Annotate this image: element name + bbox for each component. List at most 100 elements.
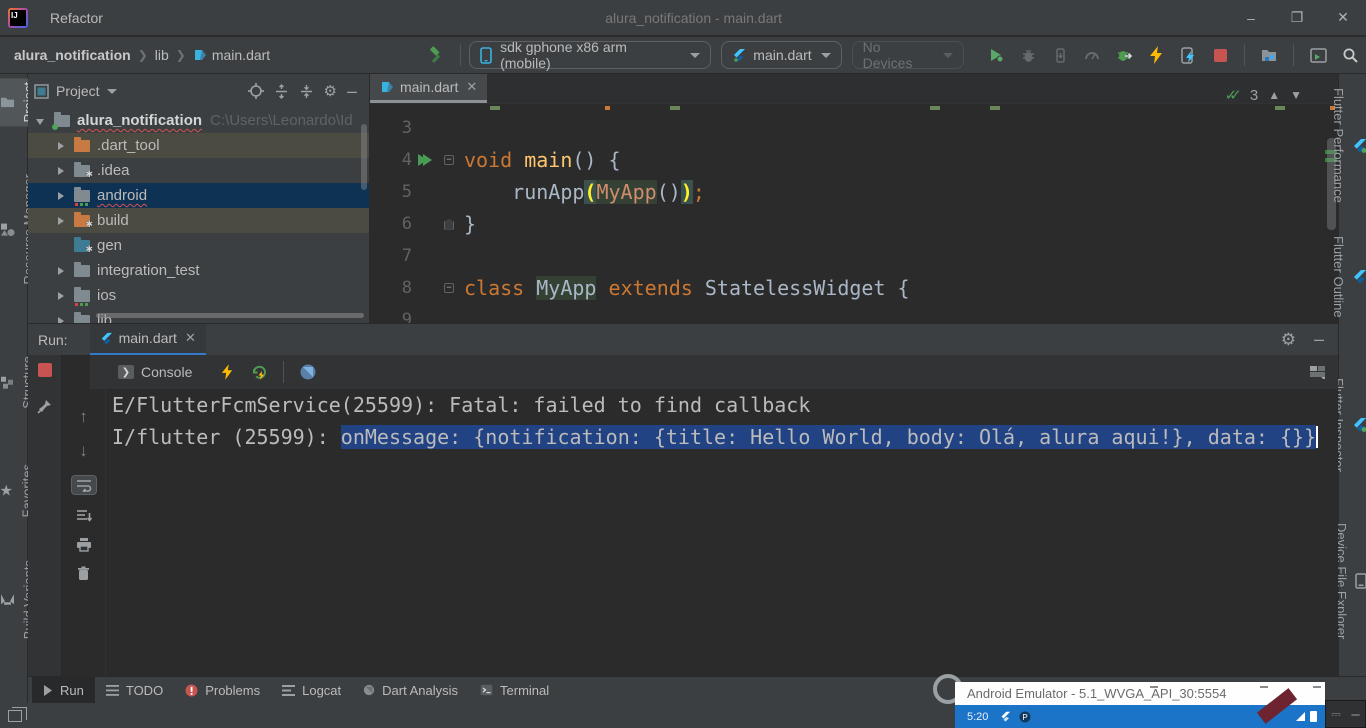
stripe-flutter-inspector[interactable]: Flutter Inspector xyxy=(1339,374,1366,476)
code-line-7[interactable]: 7 xyxy=(370,240,1338,272)
restore-tool-windows-icon[interactable] xyxy=(8,710,22,722)
breadcrumb-lib[interactable]: lib xyxy=(155,47,169,63)
battery-icon xyxy=(1310,711,1317,722)
breadcrumb-file[interactable]: main.dart xyxy=(212,47,270,63)
run-icon xyxy=(43,685,53,696)
running-devices-icon[interactable] xyxy=(1305,42,1331,68)
tree-item-integration_test[interactable]: integration_test xyxy=(28,258,369,283)
tree-item-android[interactable]: android xyxy=(28,183,369,208)
inspection-widget[interactable]: ✓✓ 3 ▲ ▼ xyxy=(1225,86,1302,104)
fold-toggle-icon[interactable]: − xyxy=(438,155,460,165)
bottom-tab-dart-analysis[interactable]: Dart Analysis xyxy=(352,677,469,704)
project-structure-icon[interactable] xyxy=(1256,42,1282,68)
clear-console-icon[interactable] xyxy=(77,566,90,581)
scroll-to-end-icon[interactable] xyxy=(76,509,92,523)
maximize-button[interactable]: ❐ xyxy=(1274,0,1320,36)
stripe-project[interactable]: Project xyxy=(0,78,28,126)
run-config-dropdown[interactable]: main.dart xyxy=(721,41,841,69)
run-settings-gear-icon[interactable]: ⚙ xyxy=(1281,330,1296,350)
bottom-tab-terminal[interactable]: Terminal xyxy=(469,677,560,704)
tree-item-idea[interactable]: ✱.idea xyxy=(28,158,369,183)
console-line-1[interactable]: E/FlutterFcmService(25599): Fatal: faile… xyxy=(106,389,1338,421)
console-layout-icon[interactable] xyxy=(1304,359,1330,385)
tree-item-ios[interactable]: ios xyxy=(28,283,369,308)
close-tab-icon[interactable]: ✕ xyxy=(185,330,196,346)
run-button[interactable] xyxy=(983,42,1009,68)
device-selector-dropdown[interactable]: sdk gphone x86 arm (mobile) xyxy=(469,41,711,69)
selected-log-text[interactable]: onMessage: {notification: {title: Hello … xyxy=(341,425,1316,449)
hot-reload-console-button[interactable] xyxy=(214,359,240,385)
tree-item-root[interactable]: alura_notificationC:\Users\Leonardo\Id xyxy=(28,108,369,133)
stripe-favorites[interactable]: ★Favorites xyxy=(0,460,28,521)
stripe-build-variants[interactable]: Build Variants xyxy=(0,556,28,643)
code-line-5[interactable]: 5 runApp(MyApp()); xyxy=(370,176,1338,208)
prev-problem-icon[interactable]: ▲ xyxy=(1268,88,1280,102)
emulator-close-icon[interactable] xyxy=(1313,686,1321,688)
tree-item-gen[interactable]: ✱gen xyxy=(28,233,369,258)
stripe-flutter-outline[interactable]: Flutter Outline xyxy=(1339,232,1366,322)
code-line-8[interactable]: 8−class MyApp extends StatelessWidget { xyxy=(370,272,1338,304)
code-area[interactable]: 34−void main() {5 runApp(MyApp());6}78−c… xyxy=(370,112,1338,323)
code-line-9[interactable]: 9 xyxy=(370,304,1338,323)
horizontal-scrollbar[interactable] xyxy=(96,313,364,318)
emulator-volume-icon[interactable]: – xyxy=(1351,706,1359,723)
hot-restart-console-button[interactable] xyxy=(246,359,272,385)
breadcrumb-project[interactable]: alura_notification xyxy=(14,47,131,63)
hot-restart-button[interactable] xyxy=(1175,42,1201,68)
console-line-2[interactable]: I/flutter (25599): onMessage: {notificat… xyxy=(106,421,1338,453)
devices-status-dropdown: No Devices xyxy=(852,41,965,69)
locate-file-icon[interactable] xyxy=(248,83,264,99)
emulator-side-toolbar[interactable]: ⎓ – xyxy=(1325,700,1366,728)
bottom-tab-problems[interactable]: Problems xyxy=(174,677,271,704)
stop-process-button[interactable] xyxy=(38,363,52,377)
bottom-tab-todo[interactable]: TODO xyxy=(95,677,174,704)
editor-tab-main-dart[interactable]: main.dart ✕ xyxy=(370,74,487,103)
project-panel-title[interactable]: Project xyxy=(56,83,100,99)
run-main-gutter-icon[interactable] xyxy=(412,154,438,166)
pin-tab-icon[interactable] xyxy=(37,399,52,414)
stripe-device-file-explorer[interactable]: Device File Explorer xyxy=(1339,519,1366,643)
minimize-button[interactable]: – xyxy=(1228,0,1274,36)
close-button[interactable]: ✕ xyxy=(1320,0,1366,36)
tree-item-build[interactable]: ✱build xyxy=(28,208,369,233)
emulator-power-icon[interactable]: ⎓ xyxy=(1331,707,1341,722)
bottom-tab-run[interactable]: Run xyxy=(32,677,95,704)
soft-wrap-toggle[interactable] xyxy=(71,475,97,495)
stop-button[interactable] xyxy=(1207,42,1233,68)
run-tab-main-dart[interactable]: main.dart ✕ xyxy=(90,324,206,356)
console-tab[interactable]: ❯ Console xyxy=(110,364,200,380)
hot-reload-button[interactable] xyxy=(1143,42,1169,68)
close-tab-icon[interactable]: ✕ xyxy=(466,79,477,95)
hide-panel-icon[interactable]: – xyxy=(1314,329,1324,350)
fold-toggle-icon[interactable]: − xyxy=(438,283,460,293)
emulator-maximize-icon[interactable] xyxy=(1260,686,1268,688)
collapse-all-icon[interactable] xyxy=(299,84,314,99)
emulator-screen[interactable]: 5:20 P xyxy=(955,705,1325,728)
devtools-icon[interactable] xyxy=(295,359,321,385)
settings-gear-icon[interactable]: ⚙ xyxy=(324,82,337,100)
emulator-minimize-icon[interactable] xyxy=(1150,686,1158,688)
next-problem-icon[interactable]: ▼ xyxy=(1290,88,1302,102)
down-stacktrace-icon[interactable]: ↓ xyxy=(79,441,88,461)
flutter-attach-button[interactable] xyxy=(1111,42,1137,68)
print-icon[interactable] xyxy=(76,537,92,552)
stripe-resource-manager[interactable]: Resource Manager xyxy=(0,170,28,289)
code-line-4[interactable]: 4−void main() { xyxy=(370,144,1338,176)
code-line-6[interactable]: 6} xyxy=(370,208,1338,240)
flutter-icon xyxy=(1352,269,1366,284)
chevron-down-icon[interactable] xyxy=(107,89,117,94)
vertical-scrollbar[interactable] xyxy=(361,124,367,190)
build-hammer-icon[interactable] xyxy=(423,42,449,68)
console-output[interactable]: E/FlutterFcmService(25599): Fatal: faile… xyxy=(106,389,1338,676)
stripe-structure[interactable]: Structure xyxy=(0,352,28,413)
search-everywhere-icon[interactable] xyxy=(1337,42,1363,68)
up-stacktrace-icon[interactable]: ↑ xyxy=(79,407,88,427)
fold-end-icon[interactable] xyxy=(438,219,460,230)
hide-panel-icon[interactable]: – xyxy=(347,81,357,102)
stripe-flutter-performance[interactable]: Flutter Performance xyxy=(1339,84,1366,207)
code-line-3[interactable]: 3 xyxy=(370,112,1338,144)
tree-item-dart_tool[interactable]: .dart_tool xyxy=(28,133,369,158)
bottom-tab-logcat[interactable]: Logcat xyxy=(271,677,352,704)
menu-refactor[interactable]: Refactor xyxy=(40,0,115,36)
expand-all-icon[interactable] xyxy=(274,84,289,99)
